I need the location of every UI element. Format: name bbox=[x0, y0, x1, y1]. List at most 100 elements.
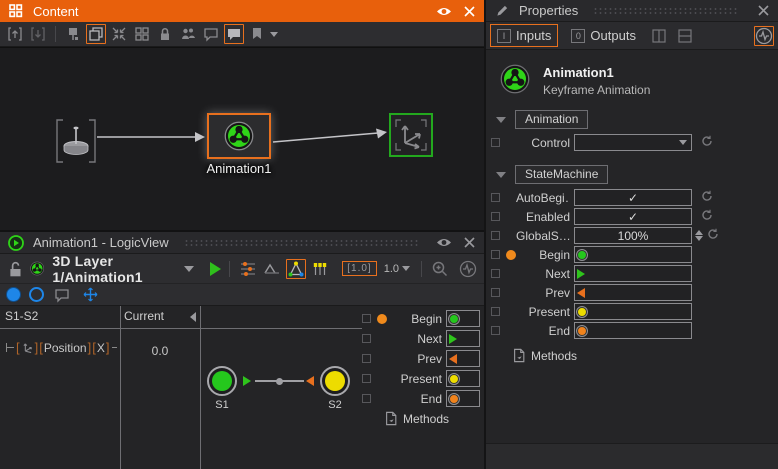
prop-checkbox[interactable] bbox=[491, 231, 500, 240]
collapse-icon[interactable] bbox=[109, 24, 129, 44]
section-collapse-icon[interactable] bbox=[496, 172, 506, 178]
import-down-icon[interactable] bbox=[28, 24, 48, 44]
split-vertical-icon[interactable] bbox=[649, 26, 669, 46]
prop-row-present: Present bbox=[486, 302, 778, 321]
green-arrow-right-icon bbox=[577, 269, 585, 279]
visibility-eye-icon[interactable] bbox=[435, 235, 453, 251]
transition-midpoint[interactable] bbox=[276, 378, 283, 385]
content-drag-area[interactable] bbox=[94, 7, 420, 15]
flag-icon[interactable] bbox=[247, 24, 267, 44]
prop-checkbox[interactable] bbox=[491, 307, 500, 316]
node-canvas[interactable]: Animation1 bbox=[0, 47, 484, 230]
target-node[interactable] bbox=[389, 113, 433, 157]
bracket-close: ] bbox=[106, 340, 110, 355]
section-statemachine-title[interactable]: StateMachine bbox=[515, 165, 608, 184]
begin-field[interactable] bbox=[574, 246, 692, 263]
control-dropdown[interactable] bbox=[574, 134, 692, 151]
pin-checkbox[interactable] bbox=[362, 374, 371, 383]
signal-monitor-icon[interactable] bbox=[458, 259, 478, 279]
pin-checkbox[interactable] bbox=[362, 314, 371, 323]
column-divider[interactable] bbox=[200, 306, 201, 469]
animation-selector[interactable]: 3D Layer 1/Animation1 bbox=[30, 253, 170, 285]
source-node[interactable] bbox=[55, 118, 97, 167]
reset-icon[interactable] bbox=[701, 190, 713, 205]
pin-field-next[interactable] bbox=[446, 330, 480, 347]
zoom-in-icon[interactable] bbox=[430, 259, 450, 279]
reset-icon[interactable] bbox=[707, 228, 719, 243]
prop-checkbox[interactable] bbox=[491, 138, 500, 147]
lock-icon[interactable] bbox=[155, 24, 175, 44]
present-field[interactable] bbox=[574, 303, 692, 320]
transition-backward-icon[interactable] bbox=[306, 376, 314, 386]
selected-node-header: Animation1 Keyframe Animation bbox=[500, 64, 778, 97]
comment-icon[interactable] bbox=[52, 285, 72, 305]
reset-icon[interactable] bbox=[701, 209, 713, 224]
autobegin-field[interactable]: ✓ bbox=[574, 189, 692, 206]
pin-field-present[interactable] bbox=[446, 370, 480, 387]
pin-checkbox[interactable] bbox=[362, 394, 371, 403]
pin-checkbox[interactable] bbox=[362, 354, 371, 363]
prop-checkbox[interactable] bbox=[491, 269, 500, 278]
state-filled-icon[interactable] bbox=[6, 287, 21, 302]
value-spinner[interactable] bbox=[695, 230, 703, 241]
toolbar-separator bbox=[421, 261, 422, 277]
tab-inputs[interactable]: I Inputs bbox=[490, 24, 558, 47]
comment-filled-icon[interactable] bbox=[224, 24, 244, 44]
prev-field[interactable] bbox=[574, 284, 692, 301]
reset-icon[interactable] bbox=[701, 135, 713, 150]
zoom-level-dropdown[interactable]: 1.0 bbox=[381, 262, 413, 276]
statemachine-mode-icon[interactable] bbox=[286, 259, 306, 279]
properties-drag-area[interactable] bbox=[593, 7, 739, 15]
pin-field-end[interactable] bbox=[446, 390, 480, 407]
state-s2-node[interactable] bbox=[320, 366, 350, 396]
channels-icon[interactable] bbox=[238, 259, 258, 279]
pin-field-prev[interactable] bbox=[446, 350, 480, 367]
selector-caret-icon[interactable] bbox=[184, 266, 194, 272]
section-animation-title[interactable]: Animation bbox=[515, 110, 588, 129]
close-icon[interactable] bbox=[460, 3, 478, 19]
methods-link[interactable]: Methods bbox=[512, 348, 778, 363]
track-row[interactable]: [ ] [ Position ] [ X ] bbox=[6, 340, 117, 355]
prop-row-globalspeed: GlobalS… 100% bbox=[486, 226, 778, 245]
import-up-icon[interactable] bbox=[5, 24, 25, 44]
logicview-drag-area[interactable] bbox=[184, 239, 420, 247]
prop-checkbox[interactable] bbox=[491, 326, 500, 335]
unlock-icon[interactable] bbox=[6, 259, 26, 279]
play-button[interactable] bbox=[210, 262, 221, 276]
pin-field-begin[interactable] bbox=[446, 310, 480, 327]
pin-checkbox[interactable] bbox=[362, 334, 371, 343]
frame-range-button[interactable]: [1.0] bbox=[342, 261, 376, 276]
pin-icon[interactable] bbox=[63, 24, 83, 44]
tab-outputs[interactable]: 0 Outputs bbox=[564, 24, 643, 47]
state-s1-node[interactable] bbox=[207, 366, 237, 396]
flag-caret-icon[interactable] bbox=[270, 32, 278, 37]
close-icon[interactable] bbox=[460, 235, 478, 251]
section-collapse-icon[interactable] bbox=[496, 117, 506, 123]
prop-checkbox[interactable] bbox=[491, 212, 500, 221]
state-outline-icon[interactable] bbox=[29, 287, 44, 302]
close-icon[interactable] bbox=[754, 3, 772, 19]
animation-node[interactable] bbox=[207, 113, 271, 159]
end-field[interactable] bbox=[574, 322, 692, 339]
enabled-field[interactable]: ✓ bbox=[574, 208, 692, 225]
live-monitor-icon[interactable] bbox=[754, 26, 774, 46]
visibility-eye-icon[interactable] bbox=[435, 3, 453, 19]
prop-checkbox[interactable] bbox=[491, 288, 500, 297]
layers-icon[interactable] bbox=[86, 24, 106, 44]
methods-link[interactable]: Methods bbox=[384, 411, 480, 426]
grid-icon[interactable] bbox=[132, 24, 152, 44]
collapse-column-icon[interactable] bbox=[190, 312, 196, 322]
prop-checkbox[interactable] bbox=[491, 250, 500, 259]
users-icon[interactable] bbox=[178, 24, 198, 44]
transition-forward-icon[interactable] bbox=[243, 376, 251, 386]
pin-label: Next bbox=[387, 332, 442, 346]
globalspeed-field[interactable]: 100% bbox=[574, 227, 692, 244]
move-gizmo-icon[interactable] bbox=[80, 285, 100, 305]
next-field[interactable] bbox=[574, 265, 692, 282]
curve-mode-icon[interactable] bbox=[262, 259, 282, 279]
comment-icon[interactable] bbox=[201, 24, 221, 44]
column-divider[interactable] bbox=[120, 306, 121, 469]
prop-checkbox[interactable] bbox=[491, 193, 500, 202]
keyframes-icon[interactable] bbox=[310, 259, 330, 279]
split-horizontal-icon[interactable] bbox=[675, 26, 695, 46]
